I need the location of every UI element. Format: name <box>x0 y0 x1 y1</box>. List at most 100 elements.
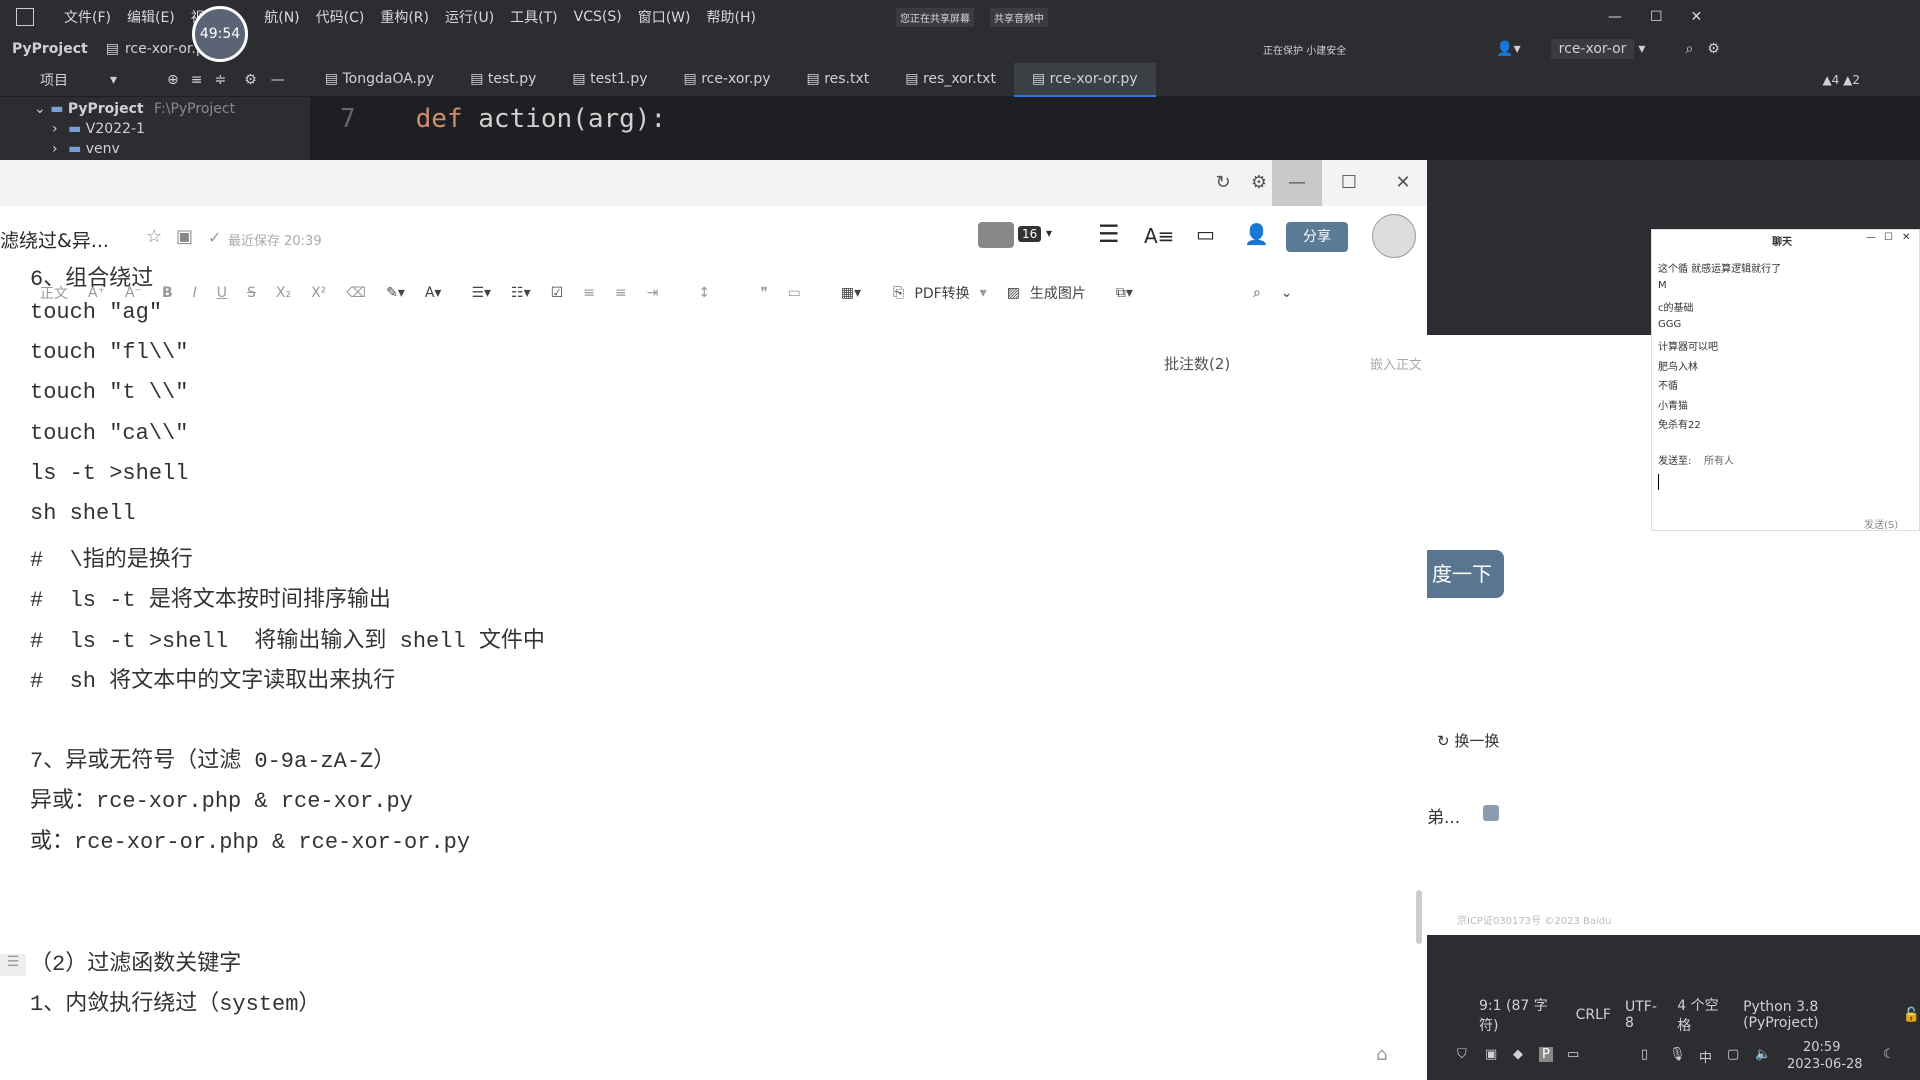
share-button[interactable]: 分享 <box>1286 222 1348 252</box>
project-dropdown-icon[interactable]: ▾ <box>110 72 117 88</box>
menu-navigate[interactable]: 航(N) <box>264 7 299 27</box>
chevron-down-icon[interactable]: ⌄ <box>34 101 46 117</box>
chevron-right-icon[interactable]: › <box>52 121 58 137</box>
doc-minimize-button[interactable]: — <box>1272 160 1322 206</box>
ide-logo-icon[interactable] <box>16 8 34 26</box>
collaborator-count[interactable]: 16 <box>1018 226 1042 242</box>
run-config[interactable]: rce-xor-or <box>1550 39 1635 59</box>
editor-tab[interactable]: ▤ test1.py <box>554 63 665 95</box>
shield-icon[interactable]: ⛉ <box>1457 1047 1467 1062</box>
ime-indicator[interactable]: 中 <box>1699 1047 1712 1066</box>
send-button[interactable]: 发送(S) <box>1864 516 1898 531</box>
outline-toggle-icon[interactable]: ☰ <box>0 954 26 976</box>
feedback-icon[interactable]: ⌂ <box>1376 1044 1387 1065</box>
collapse-toolbar-icon[interactable]: ⌄ <box>1281 285 1293 301</box>
pdf-icon[interactable]: ⎘ <box>893 285 904 301</box>
editor-tab[interactable]: ▤ res.txt <box>789 63 888 95</box>
volume-icon[interactable]: 🔈 <box>1755 1047 1771 1062</box>
send-to-select[interactable]: 所有人 <box>1704 452 1734 467</box>
superscript-icon[interactable]: X² <box>311 285 326 301</box>
pdf-convert-button[interactable]: PDF转换 <box>914 283 969 303</box>
plugin-icon[interactable]: ⧉▾ <box>1116 285 1133 301</box>
chevron-right-icon[interactable]: › <box>52 141 58 157</box>
menu-run[interactable]: 运行(U) <box>445 7 494 27</box>
menu-vcs[interactable]: VCS(S) <box>574 9 622 25</box>
lock-icon[interactable]: 🔓 <box>1903 1007 1920 1023</box>
star-icon[interactable]: ☆ <box>146 226 162 247</box>
align-left-icon[interactable]: ≡ <box>583 285 595 301</box>
underline-icon[interactable]: U <box>217 285 227 301</box>
editor-tab[interactable]: ▤ test.py <box>452 63 554 95</box>
chevron-down-icon[interactable]: ▾ <box>1046 226 1052 240</box>
locate-icon[interactable]: ⊕ <box>167 72 179 88</box>
collaborators-avatars[interactable] <box>978 222 1014 248</box>
clock-date[interactable]: 2023-06-28 <box>1787 1057 1863 1072</box>
menu-edit[interactable]: 编辑(E) <box>127 7 175 27</box>
menu-refactor[interactable]: 重构(R) <box>380 7 429 27</box>
network-icon[interactable]: ▢ <box>1727 1047 1739 1062</box>
comment-icon[interactable]: ▭ <box>788 285 801 301</box>
font-color-icon[interactable]: A▾ <box>425 285 442 301</box>
strikethrough-icon[interactable]: S <box>247 285 256 301</box>
ide-close-button[interactable]: ✕ <box>1691 9 1703 25</box>
hide-panel-icon[interactable]: — <box>271 72 285 88</box>
search-icon[interactable]: ⌕ <box>1253 285 1261 301</box>
highlight-icon[interactable]: ✎▾ <box>386 285 405 301</box>
checkbox-list-icon[interactable]: ☑ <box>551 285 564 301</box>
editor-tab[interactable]: ▤ rce-xor-or.py <box>1013 63 1156 97</box>
menu-file[interactable]: 文件(F) <box>64 7 111 27</box>
menu-help[interactable]: 帮助(H) <box>707 7 756 27</box>
text-style-icon[interactable]: A≡ <box>1144 224 1174 248</box>
editor-tab[interactable]: ▤ rce-xor.py <box>666 63 789 95</box>
status-encoding[interactable]: UTF-8 <box>1625 999 1663 1031</box>
menu-window[interactable]: 窗口(W) <box>638 7 691 27</box>
chat-maximize-button[interactable]: ☐ <box>1884 232 1893 243</box>
numbered-list-icon[interactable]: ☷▾ <box>511 285 531 301</box>
tray-icon[interactable]: ▣ <box>1485 1047 1497 1062</box>
bullet-list-icon[interactable]: ☰▾ <box>471 285 491 301</box>
tree-item[interactable]: › ▬ V2022-1 <box>52 121 145 137</box>
indent-icon[interactable]: ⇥ <box>647 285 659 301</box>
options-gear-icon[interactable]: ⚙ <box>244 72 257 88</box>
refresh-link[interactable]: ↻ 换一换 <box>1437 730 1499 751</box>
generate-image-button[interactable]: 生成图片 <box>1030 283 1086 303</box>
warnings-indicator[interactable]: ▲4 ▲2 <box>1822 73 1860 87</box>
tray-icon[interactable]: ▭ <box>1567 1047 1579 1062</box>
settings-gear-icon[interactable]: ⚙ <box>1707 41 1720 57</box>
phone-icon[interactable]: ▯ <box>1641 1047 1648 1062</box>
doc-title[interactable]: 滤绕过&异... <box>0 226 109 253</box>
bold-icon[interactable]: B <box>162 285 173 301</box>
dropdown-icon[interactable]: ▾ <box>980 285 987 301</box>
collapse-all-icon[interactable]: ≑ <box>215 72 227 88</box>
menu-tools[interactable]: 工具(T) <box>510 7 557 27</box>
ide-minimize-button[interactable]: — <box>1608 9 1622 25</box>
add-collaborator-icon[interactable]: 👤 <box>1244 222 1269 246</box>
line-spacing-icon[interactable]: ↕ <box>698 285 710 301</box>
align-center-icon[interactable]: ≡ <box>615 285 627 301</box>
user-icon[interactable]: 👤▾ <box>1496 41 1520 57</box>
tray-icon[interactable]: P <box>1539 1047 1553 1062</box>
chat-minimize-button[interactable]: — <box>1866 232 1876 243</box>
editor-tab[interactable]: ▤ res_xor.txt <box>887 63 1014 95</box>
moon-icon[interactable]: ☾ <box>1883 1047 1895 1062</box>
menu-icon[interactable]: ☰ <box>1098 220 1120 248</box>
comment-count[interactable]: 批注数(2) <box>1164 353 1230 374</box>
present-icon[interactable]: ▭ <box>1196 222 1215 246</box>
subscript-icon[interactable]: X₂ <box>276 285 291 301</box>
folder-move-icon[interactable]: ▣ <box>176 226 193 247</box>
run-config-dropdown-icon[interactable]: ▾ <box>1638 41 1645 57</box>
expand-all-icon[interactable]: ≡ <box>191 72 203 88</box>
chat-input[interactable] <box>1658 468 1913 512</box>
tree-item[interactable]: › ▬ venv <box>52 141 120 157</box>
image-icon[interactable]: ▨ <box>1007 285 1020 301</box>
project-panel-label[interactable]: 项目 <box>40 70 100 90</box>
ide-maximize-button[interactable]: ☐ <box>1650 9 1663 25</box>
status-position[interactable]: 9:1 (87 字符) <box>1479 995 1562 1035</box>
search-icon[interactable]: ⌕ <box>1685 41 1693 57</box>
doc-close-button[interactable]: ✕ <box>1380 160 1426 206</box>
clear-format-icon[interactable]: ⌫ <box>346 285 366 301</box>
status-indent[interactable]: 4 个空格 <box>1677 995 1729 1035</box>
clock-time[interactable]: 20:59 <box>1803 1040 1840 1055</box>
insert-icon[interactable]: ▦▾ <box>841 285 861 301</box>
project-name[interactable]: PyProject <box>12 41 88 57</box>
